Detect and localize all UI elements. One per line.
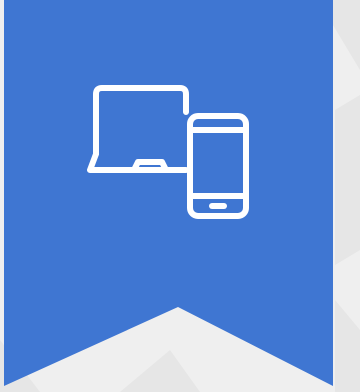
laptop-and-smartphone-icon <box>87 85 249 219</box>
laptop-screen <box>93 85 189 157</box>
ribbon-banner-graphic <box>0 0 360 392</box>
